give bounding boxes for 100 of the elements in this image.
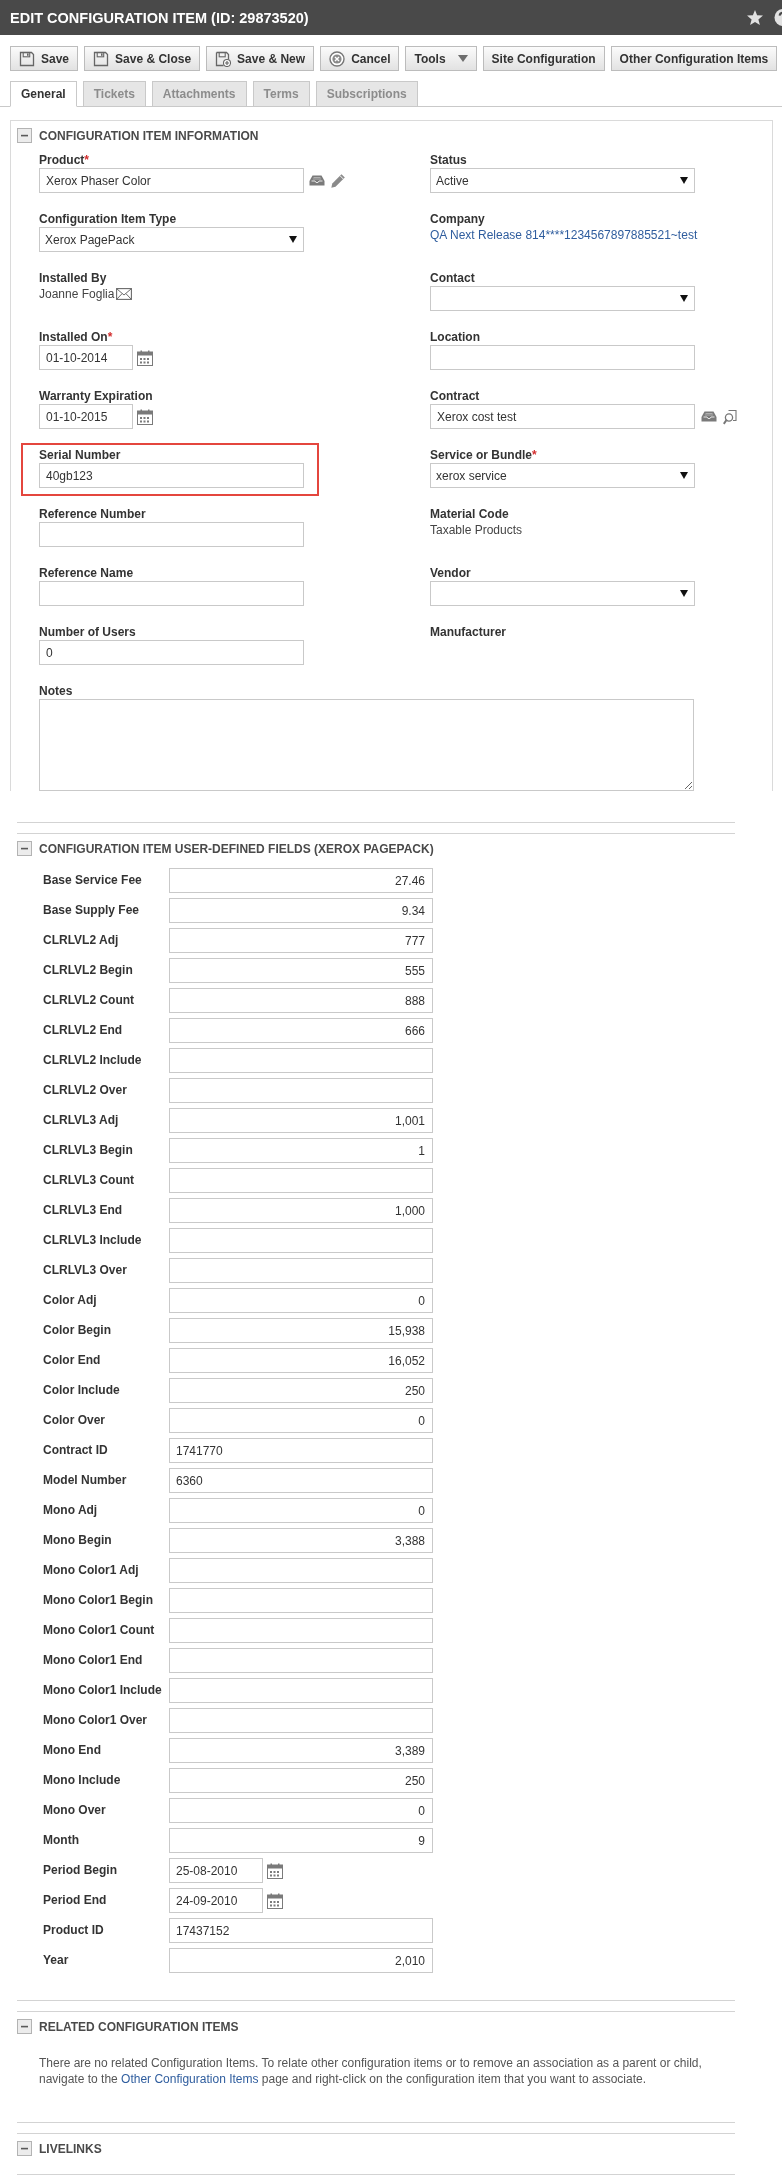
field-label: Product ID — [43, 1923, 105, 1938]
text-field[interactable]: 17437152 — [169, 1918, 433, 1943]
save-new-button[interactable]: Save & New — [206, 46, 315, 71]
mail-icon[interactable] — [116, 288, 133, 300]
calendar-icon[interactable] — [267, 1862, 283, 1879]
text-field[interactable] — [39, 581, 304, 606]
number-field[interactable] — [169, 1048, 433, 1073]
calendar-icon[interactable] — [137, 408, 153, 425]
dropdown-field[interactable] — [430, 286, 695, 311]
calendar-icon[interactable] — [267, 1892, 283, 1909]
field-label: Month — [43, 1833, 80, 1848]
number-field[interactable] — [169, 1618, 433, 1643]
text-field[interactable]: 40gb123 — [39, 463, 304, 488]
number-field[interactable]: 9 — [169, 1828, 433, 1853]
date-field[interactable]: 24-09-2010 — [169, 1888, 263, 1913]
tab[interactable]: General — [10, 81, 77, 107]
tray-icon[interactable] — [309, 175, 325, 186]
toolbar-button[interactable]: Site Configuration — [482, 46, 605, 71]
field-label: Mono Color1 Over — [43, 1713, 148, 1728]
field-label: Reference Number — [39, 507, 146, 522]
company-link[interactable]: QA Next Release 814****1234567897885521~test — [430, 227, 698, 243]
field-label: Manufacturer — [430, 625, 506, 640]
save-button[interactable]: Save & Close — [84, 46, 201, 71]
minus-box-icon[interactable] — [17, 128, 32, 143]
number-field[interactable]: 0 — [169, 1408, 433, 1433]
pencil-icon[interactable] — [330, 172, 346, 189]
number-field[interactable]: 777 — [169, 928, 433, 953]
field-label: CLRLVL2 Over — [43, 1083, 128, 1098]
text-field[interactable]: Xerox cost test — [430, 404, 695, 429]
other-items-link[interactable]: Other Configuration Items — [121, 2072, 259, 2086]
number-field[interactable]: 888 — [169, 988, 433, 1013]
number-field[interactable]: 1,001 — [169, 1108, 433, 1133]
text-field[interactable]: 1741770 — [169, 1438, 433, 1463]
field-label: Base Supply Fee — [43, 903, 141, 918]
document-search-icon[interactable] — [723, 408, 739, 425]
minus-box-icon[interactable] — [17, 841, 32, 856]
number-field[interactable]: 15,938 — [169, 1318, 433, 1343]
number-field[interactable]: 555 — [169, 958, 433, 983]
toolbar-button[interactable]: Other Configuration Items — [610, 46, 778, 71]
number-field[interactable]: 0 — [169, 1498, 433, 1523]
calendar-icon[interactable] — [137, 349, 153, 366]
number-field[interactable]: 1,000 — [169, 1198, 433, 1223]
save-button[interactable]: Save — [10, 46, 79, 71]
field-label: Color Over — [43, 1413, 106, 1428]
number-field[interactable]: 2,010 — [169, 1948, 433, 1973]
notes-field[interactable] — [39, 699, 694, 791]
number-field[interactable]: 666 — [169, 1018, 433, 1043]
caret-icon[interactable] — [289, 236, 297, 243]
text-field[interactable]: 0 — [39, 640, 304, 665]
number-field[interactable] — [169, 1558, 433, 1583]
dropdown-field[interactable]: xerox service — [430, 463, 695, 488]
field-label: Vendor — [430, 566, 471, 581]
caret-icon[interactable] — [680, 590, 688, 597]
caret-icon[interactable] — [680, 472, 688, 479]
field-label: Warranty Expiration — [39, 389, 153, 404]
number-field[interactable] — [169, 1588, 433, 1613]
field-label: Mono Begin — [43, 1533, 113, 1548]
date-field[interactable]: 25-08-2010 — [169, 1858, 263, 1883]
number-field[interactable] — [169, 1708, 433, 1733]
number-field[interactable] — [169, 1648, 433, 1673]
page-title: EDIT CONFIGURATION ITEM (ID: 29873520) — [10, 9, 310, 26]
number-field[interactable]: 16,052 — [169, 1348, 433, 1373]
dropdown-field[interactable]: Xerox PagePack — [39, 227, 304, 252]
number-field[interactable] — [169, 1168, 433, 1193]
number-field[interactable]: 1 — [169, 1138, 433, 1163]
dropdown-field[interactable]: Active — [430, 168, 695, 193]
minus-box-icon[interactable] — [17, 2141, 32, 2156]
number-field[interactable]: 250 — [169, 1768, 433, 1793]
number-field[interactable] — [169, 1228, 433, 1253]
required-mark: * — [84, 153, 89, 168]
number-field[interactable]: 0 — [169, 1798, 433, 1823]
date-field[interactable]: 01-10-2015 — [39, 404, 133, 429]
text-field[interactable]: 6360 — [169, 1468, 433, 1493]
help-icon[interactable] — [774, 9, 782, 26]
number-field[interactable] — [169, 1678, 433, 1703]
star-icon[interactable] — [747, 10, 763, 25]
text-field[interactable]: Xerox Phaser Color — [39, 168, 304, 193]
field-value: Taxable Products — [430, 522, 523, 538]
tray-icon[interactable] — [701, 411, 717, 422]
dropdown-field[interactable] — [430, 581, 695, 606]
text-field[interactable] — [430, 345, 695, 370]
caret-icon[interactable] — [680, 177, 688, 184]
field-label: CLRLVL3 Include — [43, 1233, 143, 1248]
field-label: CLRLVL3 Count — [43, 1173, 136, 1188]
caret-icon[interactable] — [680, 295, 688, 302]
text-field[interactable] — [39, 522, 304, 547]
number-field[interactable] — [169, 1078, 433, 1103]
date-field[interactable]: 01-10-2014 — [39, 345, 133, 370]
number-field[interactable]: 27.46 — [169, 868, 433, 893]
number-field[interactable]: 250 — [169, 1378, 433, 1403]
number-field[interactable]: 0 — [169, 1288, 433, 1313]
cancel-button[interactable]: Cancel — [320, 46, 400, 71]
field-label: Mono Adj — [43, 1503, 99, 1518]
number-field[interactable]: 9.34 — [169, 898, 433, 923]
menu-button[interactable]: Tools — [405, 46, 477, 71]
minus-box-icon[interactable] — [17, 2019, 32, 2034]
field-label: Mono Color1 End — [43, 1653, 144, 1668]
number-field[interactable] — [169, 1258, 433, 1283]
number-field[interactable]: 3,389 — [169, 1738, 433, 1763]
number-field[interactable]: 3,388 — [169, 1528, 433, 1553]
